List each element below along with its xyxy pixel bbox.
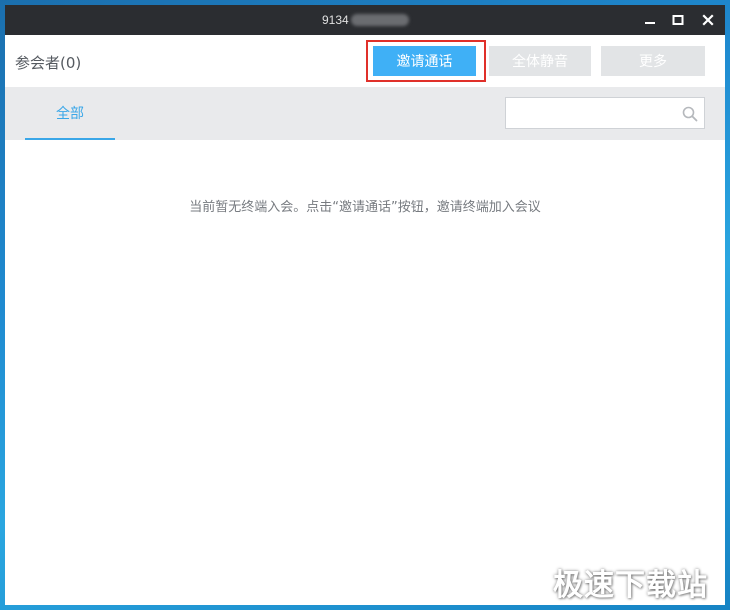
search-box <box>505 97 705 129</box>
maximize-icon <box>672 15 684 25</box>
more-button[interactable]: 更多 <box>601 46 705 76</box>
title-bar: 9134 <box>5 5 725 35</box>
window-title: 9134 <box>322 13 349 27</box>
maximize-button[interactable] <box>663 5 693 35</box>
tab-all[interactable]: 全部 <box>25 87 115 140</box>
site-watermark: 极速下载站 <box>553 568 708 603</box>
tab-bar: 全部 <box>5 87 725 140</box>
close-icon <box>702 14 714 26</box>
participants-list: 当前暂无终端入会。点击“邀请通话”按钮，邀请终端加入会议 <box>5 140 725 605</box>
invite-call-button[interactable]: 邀请通话 <box>373 46 476 76</box>
toolbar: 参会者(0) 邀请通话 全体静音 更多 <box>5 35 725 87</box>
participants-count-label: 参会者(0) <box>15 54 82 72</box>
minimize-button[interactable] <box>635 5 665 35</box>
redacted-title-part <box>351 14 409 26</box>
mute-all-button[interactable]: 全体静音 <box>489 46 591 76</box>
empty-state-message: 当前暂无终端入会。点击“邀请通话”按钮，邀请终端加入会议 <box>189 200 541 215</box>
minimize-icon <box>645 22 655 24</box>
search-icon[interactable] <box>681 105 699 123</box>
search-input[interactable] <box>512 103 676 123</box>
conference-window: 9134 参会者(0) 邀请通话 全体静音 更多 全部 当前暂无终端入会。点击“… <box>5 5 725 605</box>
close-button[interactable] <box>693 5 723 35</box>
